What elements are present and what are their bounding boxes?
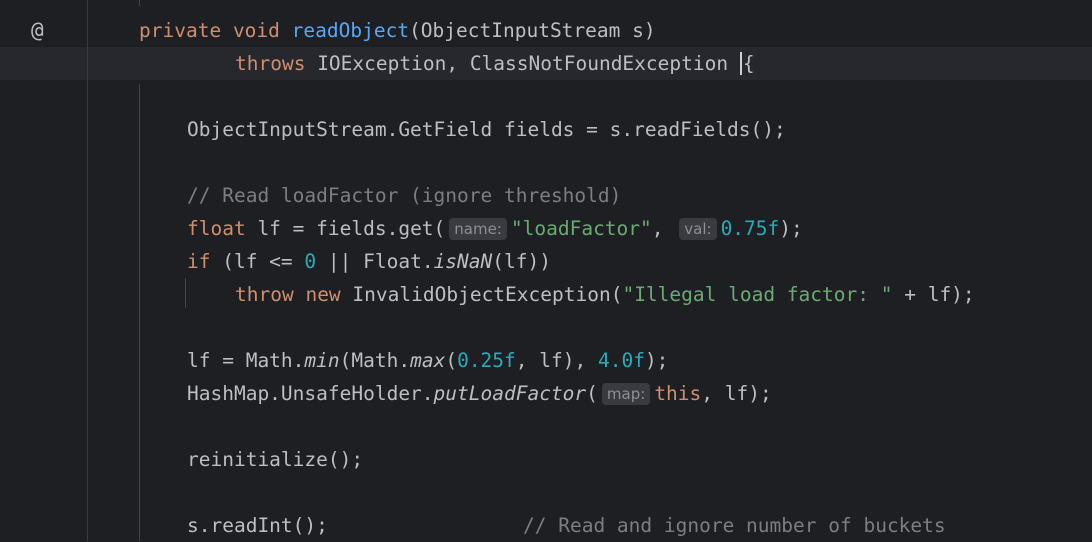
indent-guide — [139, 0, 140, 6]
code-text: , — [651, 217, 676, 240]
code-text: ObjectInputStream.GetField fields = s.re… — [187, 118, 786, 141]
keyword: throw — [235, 283, 294, 306]
code-line[interactable]: s.readInt(); — [187, 509, 328, 542]
indent-guide — [185, 278, 186, 308]
string-literal: "Illegal load factor: " — [622, 283, 893, 306]
code-line[interactable]: // Read and ignore number of buckets — [523, 509, 946, 542]
number-literal: 0.25f — [457, 349, 516, 372]
code-line[interactable]: float lf = fields.get(name: "loadFactor",… — [187, 212, 803, 245]
parameter-hint: map: — [601, 383, 651, 405]
keyword: private — [139, 19, 222, 42]
code-text: , lf); — [701, 382, 772, 405]
code-text: ( — [445, 349, 458, 372]
code-text: reinitialize(); — [187, 448, 364, 471]
code-line[interactable]: HashMap.UnsafeHolder.putLoadFactor(map: t… — [187, 377, 772, 410]
code-line[interactable]: reinitialize(); — [187, 443, 363, 476]
keyword: float — [187, 217, 246, 240]
code-text: IOException, ClassNotFoundException — [305, 52, 740, 75]
code-text: || Float. — [316, 250, 434, 273]
keyword: throws — [235, 52, 306, 75]
static-method: isNaN — [433, 250, 493, 273]
parameter-hint: name: — [449, 218, 507, 240]
code-text: ); — [779, 217, 803, 240]
code-text: ); — [644, 349, 669, 372]
gutter-divider — [87, 0, 88, 541]
indent-guide — [139, 84, 140, 541]
static-method: max — [410, 349, 446, 372]
keyword: if — [187, 250, 211, 273]
keyword: this — [654, 382, 702, 405]
number-literal: 4.0f — [597, 349, 645, 372]
comment: // Read and ignore number of buckets — [523, 514, 946, 537]
text-caret: { — [739, 52, 755, 75]
code-text: + lf); — [892, 283, 975, 306]
code-text: (Math. — [339, 349, 411, 372]
code-line[interactable]: private void readObject(ObjectInputStrea… — [139, 14, 656, 47]
code-text: ( — [586, 382, 598, 405]
parameter-hint: val: — [679, 218, 717, 240]
code-line[interactable]: throws IOException, ClassNotFoundExcepti… — [235, 47, 755, 80]
static-method: min — [304, 349, 340, 372]
code-line[interactable]: // Read loadFactor (ignore threshold) — [187, 179, 621, 212]
code-line[interactable]: throw new InvalidObjectException("Illega… — [235, 278, 975, 311]
code-text: (ObjectInputStream s) — [409, 19, 656, 42]
code-text: InvalidObjectException( — [340, 283, 623, 306]
code-line[interactable]: lf = Math.min(Math.max(0.25f, lf), 4.0f)… — [187, 344, 668, 377]
override-marker-icon[interactable]: @ — [31, 14, 44, 47]
code-text: , lf), — [515, 349, 598, 372]
code-text: s.readInt(); — [187, 514, 328, 537]
number-literal: 0 — [304, 250, 317, 273]
code-text: (lf)) — [492, 250, 551, 273]
keyword: new — [305, 283, 341, 306]
code-text: lf = fields.get( — [245, 217, 446, 240]
code-line[interactable]: if (lf <= 0 || Float.isNaN(lf)) — [187, 245, 551, 278]
number-literal: 0.75f — [720, 217, 780, 240]
keyword: void — [232, 19, 280, 42]
code-line[interactable]: ObjectInputStream.GetField fields = s.re… — [187, 113, 786, 146]
code-text: HashMap.UnsafeHolder. — [187, 382, 434, 405]
static-method: putLoadFactor — [433, 382, 587, 405]
code-editor[interactable]: @ private void readObject(ObjectInputStr… — [0, 0, 1092, 541]
code-text: (lf <= — [210, 250, 305, 273]
comment: // Read loadFactor (ignore threshold) — [187, 184, 622, 207]
code-text: lf = Math. — [187, 349, 305, 372]
method-name: readObject — [291, 19, 410, 42]
string-literal: "loadFactor" — [510, 217, 652, 240]
